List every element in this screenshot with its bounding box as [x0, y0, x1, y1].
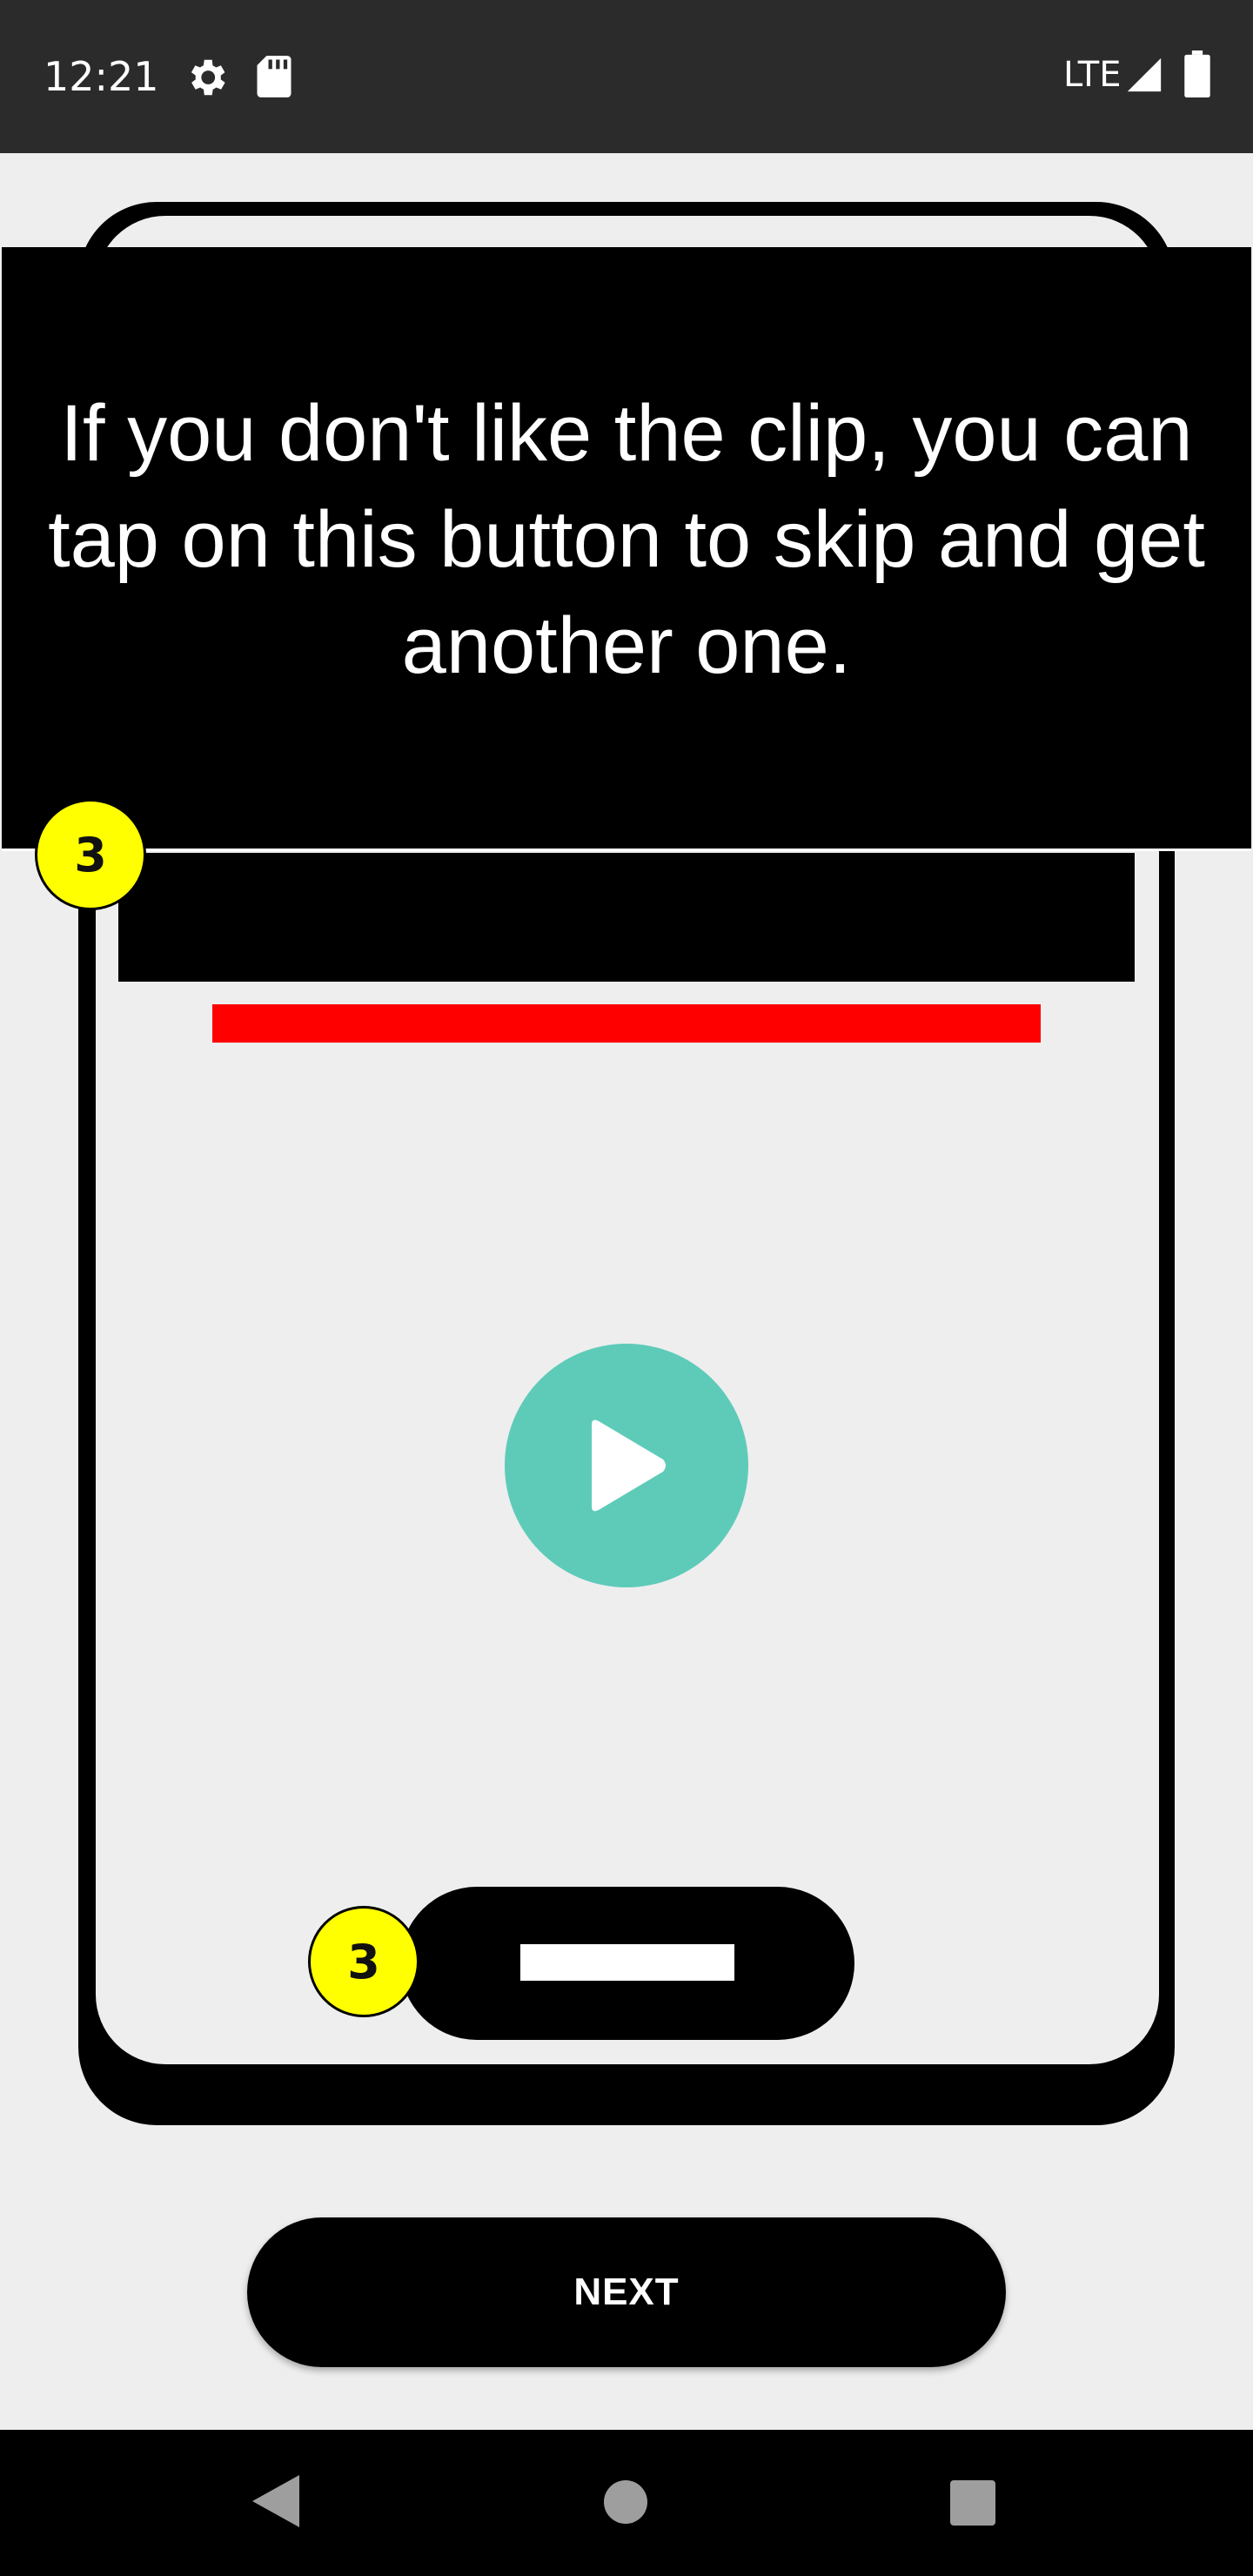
skip-button-label-placeholder — [520, 1944, 734, 1981]
status-time: 12:21 — [44, 53, 159, 100]
tooltip-text: If you don't like the clip, you can tap … — [48, 388, 1205, 690]
next-button[interactable]: NEXT — [247, 2217, 1006, 2367]
gear-icon — [191, 59, 225, 96]
step-badge-top: 3 — [35, 799, 146, 910]
play-button[interactable] — [505, 1344, 748, 1587]
signal-icon — [1127, 57, 1162, 92]
clip-progress-bar — [212, 1004, 1041, 1043]
clip-content-block — [118, 853, 1135, 982]
home-icon[interactable] — [604, 2480, 647, 2524]
battery-icon — [1184, 50, 1210, 97]
tutorial-tooltip: If you don't like the clip, you can tap … — [2, 247, 1251, 851]
recents-icon[interactable] — [950, 2480, 995, 2526]
network-type-label: LTE — [1063, 55, 1122, 95]
play-icon — [592, 1419, 666, 1512]
step-badge-bottom: 3 — [308, 1906, 419, 2017]
back-icon[interactable] — [252, 2475, 299, 2527]
sd-card-icon — [257, 56, 291, 97]
